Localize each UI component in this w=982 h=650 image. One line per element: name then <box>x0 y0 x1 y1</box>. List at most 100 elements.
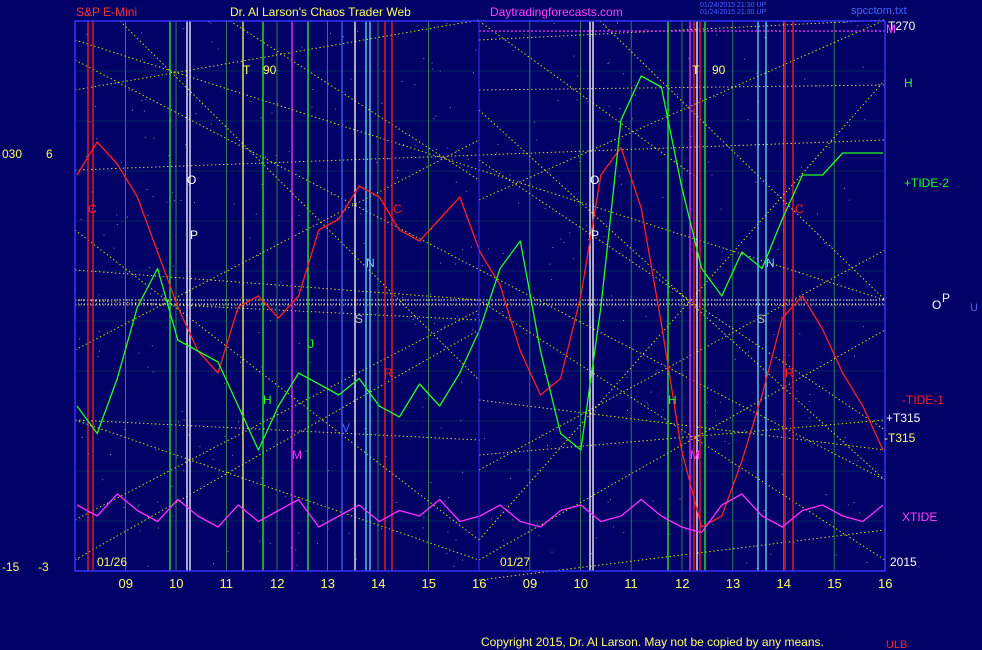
star <box>524 34 526 36</box>
star <box>603 236 605 238</box>
star <box>90 191 92 193</box>
star <box>153 137 155 139</box>
vline-label: M <box>690 448 700 462</box>
vline-label: T <box>243 63 251 77</box>
star <box>470 246 472 248</box>
star <box>389 158 391 160</box>
star <box>199 446 201 448</box>
star <box>211 41 213 43</box>
star <box>212 458 214 460</box>
star <box>440 427 442 429</box>
star <box>132 109 134 111</box>
star <box>240 362 241 364</box>
star <box>181 410 183 412</box>
star <box>569 232 571 234</box>
star <box>139 530 141 532</box>
star <box>232 454 234 456</box>
star <box>746 562 748 564</box>
scale-bottom-a: -15 <box>2 560 20 574</box>
star <box>495 152 497 154</box>
star <box>455 263 457 265</box>
vline-label: C <box>393 202 402 216</box>
star <box>635 94 636 96</box>
star <box>748 351 749 353</box>
star <box>233 203 235 205</box>
star <box>456 150 458 152</box>
star <box>662 197 664 198</box>
star <box>171 485 173 487</box>
site-link[interactable]: Daytradingforecasts.com <box>490 5 623 19</box>
star <box>816 213 818 215</box>
star <box>288 151 290 153</box>
chart-stage: C O P T 90 H M J N S V R C O P T 90 H M N S R C S&P E-Mini Dr.… <box>0 0 982 650</box>
trendline <box>599 20 886 301</box>
star <box>715 96 717 98</box>
plot-border <box>74 20 886 572</box>
star <box>317 542 318 544</box>
chart-canvas: COPT 90HMJNSVRCOPT 90HMNSRC S&P E-Mini Dr.… <box>2 2 978 650</box>
star <box>844 22 846 23</box>
label-t315a: +T315 <box>886 411 921 425</box>
star <box>348 532 350 534</box>
star <box>646 402 648 404</box>
star <box>712 524 714 526</box>
x-tick-label: 09 <box>119 576 133 591</box>
star <box>608 61 610 63</box>
symbol-label: S&P E-Mini <box>76 5 137 19</box>
star <box>258 255 260 256</box>
star <box>449 107 451 109</box>
vline-label: P <box>591 228 599 242</box>
star <box>609 499 611 501</box>
star <box>157 527 159 529</box>
star <box>626 376 628 378</box>
star <box>864 118 866 120</box>
star <box>149 267 151 269</box>
copyright: Copyright 2015, Dr. Al Larson. May not b… <box>481 635 824 649</box>
star <box>828 146 830 148</box>
star <box>799 333 801 335</box>
star <box>453 565 455 567</box>
star <box>238 421 240 423</box>
star <box>157 501 158 503</box>
x-tick-label: 09 <box>523 576 537 591</box>
star <box>462 249 464 251</box>
star <box>446 552 448 554</box>
star <box>180 200 182 201</box>
star <box>804 78 806 80</box>
star <box>79 338 81 340</box>
star <box>715 410 716 412</box>
vline-label: V <box>342 421 350 435</box>
star <box>722 94 724 96</box>
vertical-event-lines <box>87 21 794 571</box>
star <box>337 217 339 219</box>
star <box>853 501 855 503</box>
star <box>756 72 758 74</box>
star <box>573 55 575 57</box>
star <box>848 199 850 201</box>
star <box>141 100 143 102</box>
star <box>265 156 266 158</box>
star <box>295 549 297 551</box>
star <box>816 85 818 87</box>
star <box>147 366 149 368</box>
grid <box>74 21 886 571</box>
star <box>414 84 416 86</box>
star <box>608 105 610 107</box>
star <box>617 22 618 24</box>
star <box>538 535 540 537</box>
xtide-line <box>76 493 884 534</box>
star <box>857 25 859 27</box>
star <box>412 319 414 320</box>
star <box>451 159 453 161</box>
star <box>706 402 708 404</box>
star <box>269 542 271 544</box>
star <box>652 500 654 502</box>
star <box>725 247 727 249</box>
star <box>462 559 464 561</box>
star <box>668 109 670 111</box>
vline-label: O <box>590 173 599 187</box>
star <box>596 537 598 539</box>
star <box>172 515 174 517</box>
star <box>576 99 578 101</box>
star <box>364 428 366 429</box>
